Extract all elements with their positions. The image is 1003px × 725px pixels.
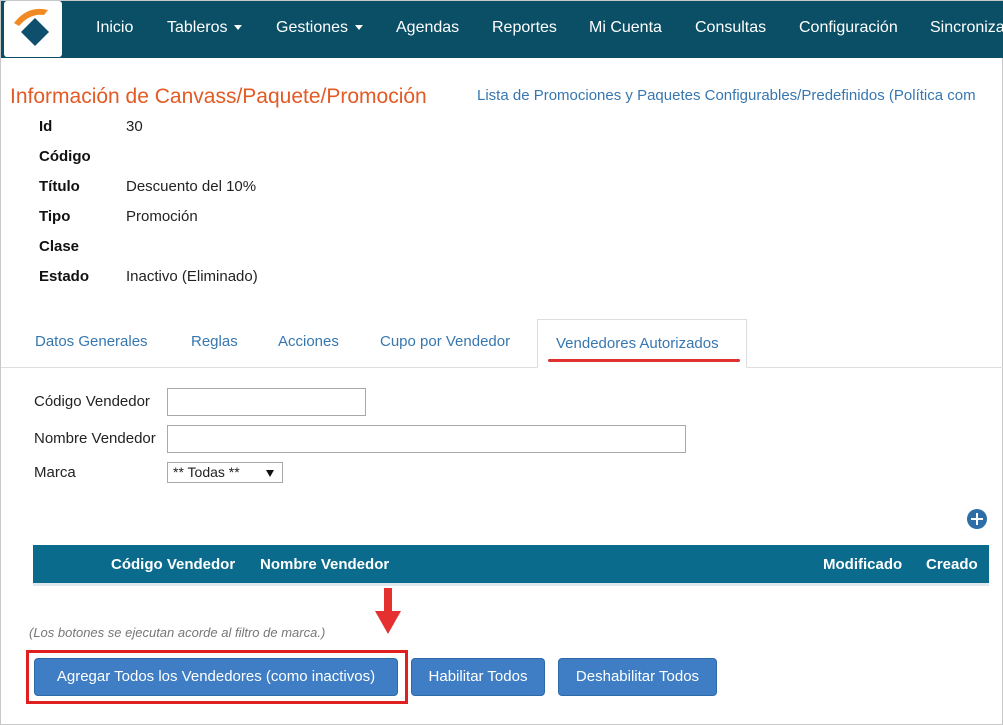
marca-select[interactable]: ** Todas **: [167, 462, 283, 483]
tab-reglas[interactable]: Reglas: [191, 333, 238, 350]
info-value-estado: Inactivo (Eliminado): [126, 268, 258, 285]
down-arrow-head: [375, 611, 401, 634]
buttons-note: (Los botones se ejecutan acorde al filtr…: [29, 625, 326, 640]
col-nombre-vendedor[interactable]: Nombre Vendedor: [260, 556, 389, 573]
info-label-titulo: Título: [39, 178, 80, 195]
tab-acciones[interactable]: Acciones: [278, 333, 339, 350]
tabs-divider: [1, 367, 1003, 368]
codigo-vendedor-input[interactable]: [167, 388, 366, 416]
tab-cupo-por-vendedor[interactable]: Cupo por Vendedor: [380, 333, 510, 350]
info-label-tipo: Tipo: [39, 208, 71, 225]
codigo-vendedor-label: Código Vendedor: [34, 393, 150, 410]
enable-all-button[interactable]: Habilitar Todos: [411, 658, 545, 696]
nav-sincronizacion[interactable]: Sincroniza: [930, 19, 1003, 37]
nombre-vendedor-input[interactable]: [167, 425, 686, 453]
top-navbar: Inicio Tableros Gestiones Agendas Report…: [1, 1, 1003, 58]
tab-label: Vendedores Autorizados: [556, 335, 719, 352]
col-modificado[interactable]: Modificado: [823, 556, 902, 573]
disable-all-button[interactable]: Deshabilitar Todos: [558, 658, 717, 696]
info-label-clase: Clase: [39, 238, 80, 255]
plus-circle-icon[interactable]: [967, 509, 987, 529]
app-logo[interactable]: [4, 1, 62, 57]
caret-down-icon: [355, 25, 364, 31]
dropdown-arrow-icon: [266, 470, 274, 477]
nav-agendas[interactable]: Agendas: [396, 19, 459, 37]
info-label-id: Id: [39, 118, 53, 135]
highlight-box: [26, 650, 408, 704]
info-label-estado: Estado: [39, 268, 90, 285]
marca-label: Marca: [34, 464, 76, 481]
info-label-codigo: Código: [39, 148, 91, 165]
down-arrow-icon: [384, 588, 392, 612]
info-value-tipo: Promoción: [126, 208, 198, 225]
active-tab-highlight: [548, 359, 740, 362]
nav-gestiones[interactable]: Gestiones: [276, 19, 364, 37]
marca-selected-value: ** Todas **: [173, 464, 240, 480]
nav-consultas[interactable]: Consultas: [695, 19, 766, 37]
nav-configuracion[interactable]: Configuración: [799, 19, 898, 37]
nav-tableros[interactable]: Tableros: [167, 19, 243, 37]
logo-icon: [14, 8, 49, 46]
promotions-list-link[interactable]: Lista de Promociones y Paquetes Configur…: [477, 87, 976, 104]
info-value-titulo: Descuento del 10%: [126, 178, 257, 195]
tab-datos-generales[interactable]: Datos Generales: [35, 333, 148, 350]
col-creado[interactable]: Creado: [926, 556, 978, 573]
info-value-id: 30: [126, 118, 143, 135]
nav-mi-cuenta[interactable]: Mi Cuenta: [589, 19, 662, 37]
nav-inicio[interactable]: Inicio: [96, 19, 133, 37]
nombre-vendedor-label: Nombre Vendedor: [34, 430, 156, 447]
caret-down-icon: [234, 25, 243, 31]
page-title: Información de Canvass/Paquete/Promoción: [10, 85, 427, 108]
vendors-table-header: Código Vendedor Nombre Vendedor Modifica…: [33, 545, 989, 583]
table-bottom-border: [33, 583, 989, 586]
col-codigo-vendedor[interactable]: Código Vendedor: [111, 556, 235, 573]
nav-reportes[interactable]: Reportes: [492, 19, 557, 37]
